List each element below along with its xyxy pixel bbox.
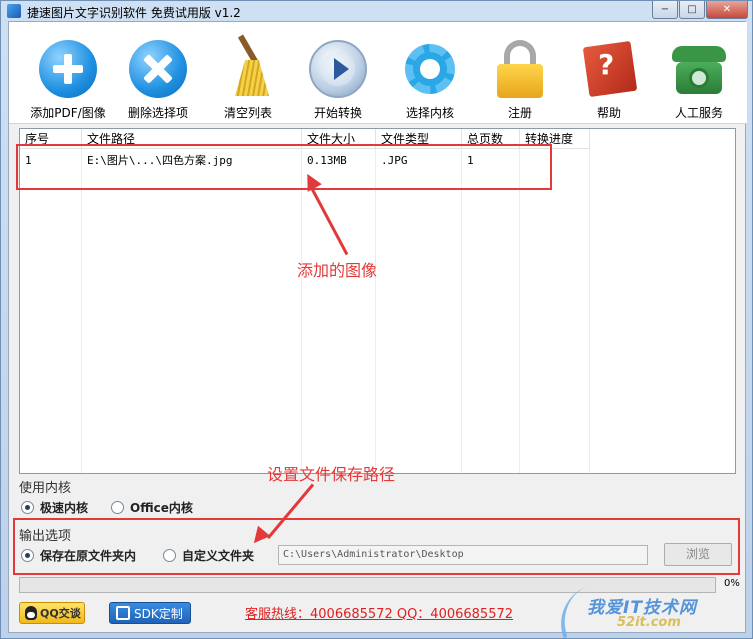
toolbar-label: 人工服务 (674, 106, 723, 120)
start-convert-button[interactable]: 开始转换 (293, 26, 383, 122)
radio-label: 极速内核 (40, 501, 89, 515)
title-bar[interactable]: 捷速图片文字识别软件 免费试用版 v1.2 − □ ✕ (1, 1, 752, 21)
select-engine-button[interactable]: 选择内核 (385, 26, 475, 122)
add-icon (39, 40, 97, 98)
delete-selected-button[interactable]: 删除选择项 (113, 26, 203, 122)
radio-label: Office内核 (130, 501, 193, 515)
toolbar-label: 添加PDF/图像 (30, 106, 106, 120)
window-controls: − □ ✕ (652, 1, 748, 19)
sdk-custom-button[interactable]: SDK定制 (109, 602, 191, 624)
radio-dot (111, 501, 124, 514)
app-icon (7, 4, 21, 18)
toolbar: 添加PDF/图像 删除选择项 清空列表 开始转换 选择内核 注册 ? 帮助 人工… (9, 22, 747, 124)
add-pdf-image-button[interactable]: 添加PDF/图像 (23, 26, 113, 122)
manual-service-button[interactable]: 人工服务 (654, 26, 744, 122)
radio-dot (21, 501, 34, 514)
progress-text: 0% (724, 578, 740, 589)
hotline-link[interactable]: 客服热线：4006685572 QQ：4006685572 (245, 603, 513, 622)
engine-section-title: 使用内核 (19, 481, 72, 496)
maximize-button[interactable]: □ (679, 1, 705, 19)
gear-icon (401, 40, 459, 98)
app-window: 捷速图片文字识别软件 免费试用版 v1.2 − □ ✕ 添加PDF/图像 删除选… (0, 0, 753, 639)
added-image-annotation: 添加的图像 (297, 261, 378, 280)
delete-icon (129, 40, 187, 98)
toolbar-label: 选择内核 (405, 106, 454, 120)
watermark-logo: 我爱IT技术网 52it.com (552, 583, 747, 639)
engine-fast-radio[interactable]: 极速内核 (21, 499, 88, 516)
engine-office-radio[interactable]: Office内核 (111, 499, 193, 516)
register-button[interactable]: 注册 (475, 26, 565, 122)
toolbar-label: 开始转换 (313, 106, 362, 120)
toolbar-label: 清空列表 (223, 106, 272, 120)
help-book-icon: ? (580, 40, 638, 98)
qq-icon (25, 606, 37, 620)
lock-icon (491, 40, 549, 98)
added-image-highlight (16, 144, 552, 190)
broom-icon (219, 34, 277, 98)
clear-list-button[interactable]: 清空列表 (203, 26, 293, 122)
phone-icon (670, 40, 728, 98)
qq-chat-button[interactable]: QQ交谈 (19, 602, 85, 624)
window-title: 捷速图片文字识别软件 免费试用版 v1.2 (27, 6, 241, 20)
toolbar-label: 删除选择项 (127, 106, 188, 120)
watermark-sub: 52it.com (617, 615, 681, 630)
close-button[interactable]: ✕ (706, 1, 748, 19)
sdk-icon (116, 606, 130, 620)
grid-lines (20, 149, 590, 473)
help-button[interactable]: ? 帮助 (564, 26, 654, 122)
toolbar-label: 帮助 (596, 106, 621, 120)
qq-label: QQ交谈 (40, 607, 81, 620)
sdk-label: SDK定制 (134, 606, 183, 621)
toolbar-label: 注册 (507, 106, 532, 120)
minimize-button[interactable]: − (652, 1, 678, 19)
output-options-highlight (13, 518, 740, 575)
play-icon (309, 40, 367, 98)
save-path-annotation: 设置文件保存路径 (267, 465, 396, 484)
